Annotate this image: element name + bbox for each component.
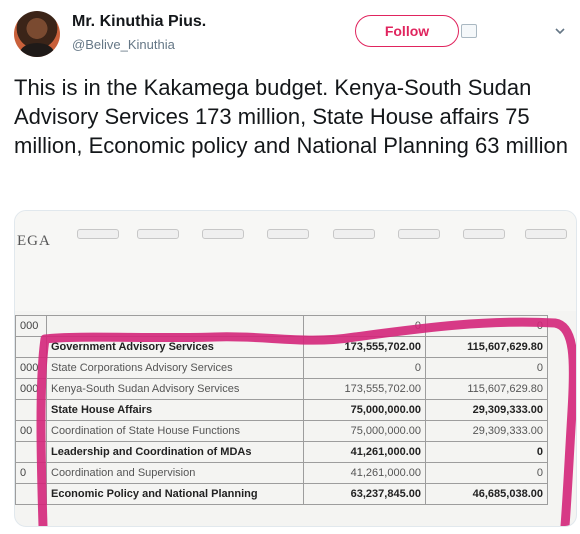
row-amount-b: 0 <box>425 357 548 379</box>
budget-table: 000 0 0 Government Advisory Services 173,555… <box>15 315 548 505</box>
row-item: Coordination of State House Functions <box>46 420 304 442</box>
row-item: Economic Policy and National Planning <box>46 483 304 505</box>
row-amount-a: 0 <box>303 315 426 337</box>
row-item: Leadership and Coordination of MDAs <box>46 441 304 463</box>
table-row: Leadership and Coordination of MDAs 41,26… <box>15 441 548 463</box>
chevron-down-icon[interactable] <box>555 26 565 36</box>
row-amount-b: 29,309,333.00 <box>425 420 548 442</box>
row-item: Kenya-South Sudan Advisory Services <box>46 378 304 400</box>
row-amount-a: 75,000,000.00 <box>303 399 426 421</box>
row-amount-b: 0 <box>425 315 548 337</box>
follow-settings-icon[interactable] <box>461 24 477 38</box>
row-amount-b: 115,607,629.80 <box>425 336 548 358</box>
table-row: 000 0 0 <box>15 315 548 337</box>
row-amount-a: 41,261,000.00 <box>303 462 426 484</box>
table-row: 00 Coordination of State House Functions 7… <box>15 420 548 442</box>
row-amount-b: 46,685,038.00 <box>425 483 548 505</box>
row-amount-a: 173,555,702.00 <box>303 336 426 358</box>
row-item: State Corporations Advisory Services <box>46 357 304 379</box>
author-handle[interactable]: @Belive_Kinuthia <box>72 37 175 52</box>
row-amount-a: 75,000,000.00 <box>303 420 426 442</box>
row-code: 000 <box>15 357 47 379</box>
row-code <box>15 441 47 463</box>
tweet-image[interactable]: EGA 000 0 0 Government Advisory Services 173… <box>14 210 577 527</box>
row-item <box>46 315 304 337</box>
row-amount-b: 0 <box>425 441 548 463</box>
row-code: 000 <box>15 378 47 400</box>
document-header: EGA <box>15 211 576 311</box>
row-code: 000 <box>15 315 47 337</box>
tweet-text: This is in the Kakamega budget. Kenya-So… <box>14 75 568 158</box>
row-code <box>15 336 47 358</box>
row-item: Coordination and Supervision <box>46 462 304 484</box>
row-code: 0 <box>15 462 47 484</box>
row-amount-b: 0 <box>425 462 548 484</box>
row-code <box>15 483 47 505</box>
row-code <box>15 399 47 421</box>
author-name[interactable]: Mr. Kinuthia Pius. <box>72 13 206 31</box>
follow-button[interactable]: Follow <box>355 15 459 47</box>
row-amount-b: 29,309,333.00 <box>425 399 548 421</box>
table-row: 000 Kenya-South Sudan Advisory Services 17… <box>15 378 548 400</box>
avatar[interactable] <box>14 11 60 57</box>
document-header-text: EGA <box>17 233 51 249</box>
row-amount-a: 63,237,845.00 <box>303 483 426 505</box>
row-code: 00 <box>15 420 47 442</box>
table-row: Government Advisory Services 173,555,702.… <box>15 336 548 358</box>
row-item: State House Affairs <box>46 399 304 421</box>
row-amount-a: 173,555,702.00 <box>303 378 426 400</box>
table-row: 000 State Corporations Advisory Services 0… <box>15 357 548 379</box>
row-item: Government Advisory Services <box>46 336 304 358</box>
row-amount-a: 41,261,000.00 <box>303 441 426 463</box>
table-row: Economic Policy and National Planning 63,… <box>15 483 548 505</box>
table-row: State House Affairs 75,000,000.00 29,309,3… <box>15 399 548 421</box>
table-row: 0 Coordination and Supervision 41,261,000.… <box>15 462 548 484</box>
row-amount-a: 0 <box>303 357 426 379</box>
row-amount-b: 115,607,629.80 <box>425 378 548 400</box>
